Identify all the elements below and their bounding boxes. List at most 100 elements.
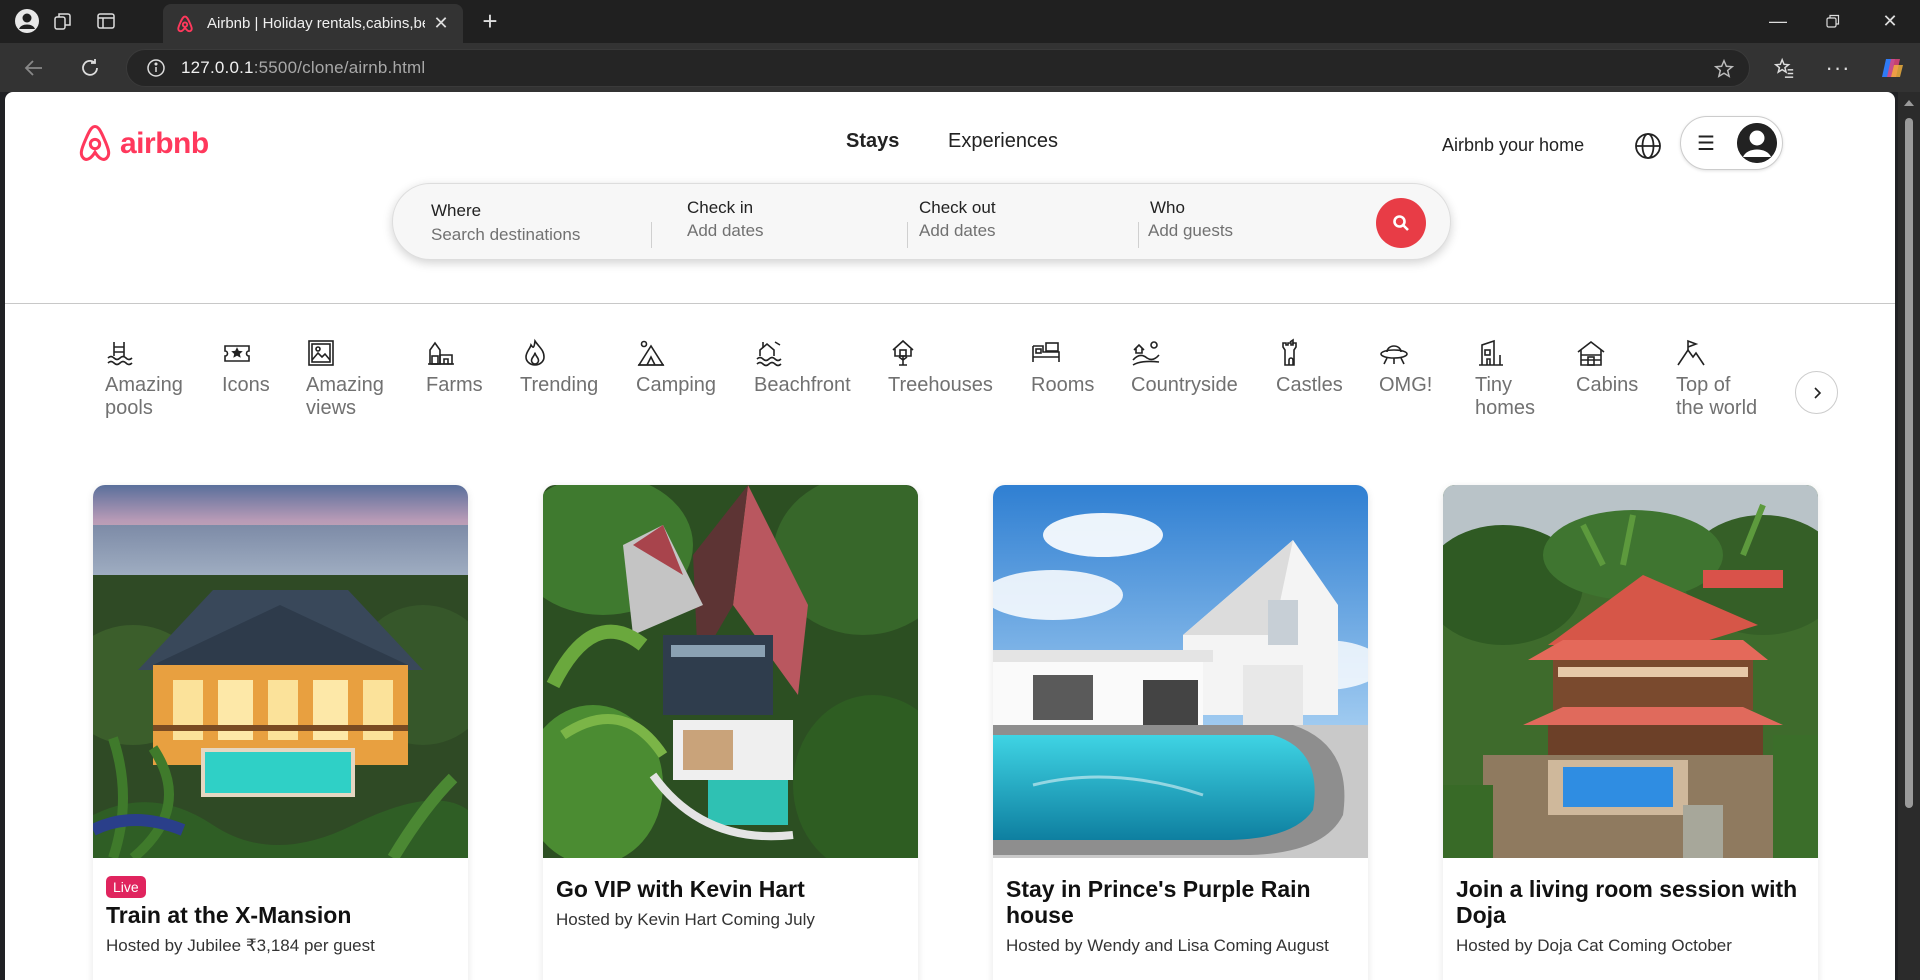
listing-title[interactable]: Go VIP with Kevin Hart <box>556 876 905 902</box>
listing-image[interactable] <box>1443 485 1818 858</box>
categories-next-button[interactable] <box>1795 371 1838 414</box>
scroll-up-arrow-icon[interactable] <box>1904 100 1914 106</box>
url-text: 127.0.0.1:5500/clone/airnb.html <box>181 58 426 77</box>
favorite-star-icon[interactable] <box>1713 58 1735 80</box>
listing-subtitle: Hosted by Wendy and Lisa Coming August <box>1006 936 1329 955</box>
globe-icon[interactable] <box>1633 131 1663 161</box>
airbnb-your-home-link[interactable]: Airbnb your home <box>1442 135 1584 156</box>
listing-title[interactable]: Join a living room session with Doja <box>1456 876 1805 928</box>
who-label: Who <box>1150 198 1185 217</box>
ufo-icon <box>1379 338 1409 368</box>
category-farms[interactable]: Farms <box>426 338 483 397</box>
where-placeholder: Search destinations <box>431 225 581 244</box>
page-scrollbar[interactable] <box>1898 92 1920 980</box>
who-placeholder: Add guests <box>1148 221 1234 240</box>
url-field[interactable]: 127.0.0.1:5500/clone/airnb.html <box>126 49 1750 87</box>
listing-card[interactable]: Join a living room session with Doja Hos… <box>1443 485 1818 980</box>
listing-card[interactable]: Live Train at the X-Mansion Hosted by Ju… <box>93 485 468 980</box>
listing-card[interactable]: Go VIP with Kevin Hart Hosted by Kevin H… <box>543 485 918 980</box>
castle-icon <box>1276 338 1306 368</box>
bed-icon <box>1031 338 1061 368</box>
where-field[interactable]: Where Search destinations <box>393 184 648 261</box>
pool-icon <box>105 338 135 368</box>
search-divider <box>1138 222 1139 248</box>
back-arrow-icon[interactable] <box>18 52 50 84</box>
restore-icon[interactable] <box>1813 6 1853 36</box>
search-button[interactable] <box>1376 198 1426 248</box>
airbnb-favicon-icon <box>175 13 197 35</box>
barn-icon <box>426 338 456 368</box>
tab-stays[interactable]: Stays <box>846 130 899 153</box>
listing-subtitle: Hosted by Kevin Hart Coming July <box>556 910 815 929</box>
category-icons[interactable]: Icons <box>222 338 270 397</box>
checkin-field[interactable]: Check in Add dates <box>655 184 905 261</box>
address-bar-row: 127.0.0.1:5500/clone/airnb.html ··· <box>0 43 1920 92</box>
category-amazing-pools[interactable]: Amazing pools <box>105 338 183 420</box>
category-top-of-the-world[interactable]: Top of the world <box>1676 338 1757 420</box>
category-treehouses[interactable]: Treehouses <box>888 338 993 397</box>
who-field[interactable]: Who Add guests <box>1142 184 1372 261</box>
tent-icon <box>636 338 666 368</box>
live-badge: Live <box>106 876 146 898</box>
browser-tab-active[interactable]: Airbnb | Holiday rentals,cabins,beach ho… <box>163 4 463 43</box>
category-castles[interactable]: Castles <box>1276 338 1343 397</box>
copilot-icon[interactable] <box>1877 52 1909 84</box>
tab-experiences[interactable]: Experiences <box>948 130 1058 153</box>
hamburger-menu-icon: ☰ <box>1697 132 1715 155</box>
new-tab-icon[interactable]: + <box>475 6 505 36</box>
close-tab-icon[interactable]: ✕ <box>431 13 451 34</box>
listing-image[interactable] <box>543 485 918 858</box>
listing-card[interactable]: Stay in Prince's Purple Rain house Hoste… <box>993 485 1368 980</box>
minimize-icon[interactable]: — <box>1758 6 1798 36</box>
category-camping[interactable]: Camping <box>636 338 716 397</box>
header-divider <box>5 303 1895 304</box>
checkout-label: Check out <box>919 198 996 217</box>
category-omg[interactable]: OMG! <box>1379 338 1432 397</box>
listing-image[interactable] <box>993 485 1368 858</box>
checkout-field[interactable]: Check out Add dates <box>911 184 1141 261</box>
listing-subtitle: Hosted by Jubilee ₹3,184 per guest <box>106 936 375 955</box>
category-trending[interactable]: Trending <box>520 338 598 397</box>
beach-icon <box>754 338 784 368</box>
where-label: Where <box>431 201 482 220</box>
workspaces-icon[interactable] <box>48 6 78 36</box>
search-bar: Where Search destinations Check in Add d… <box>392 183 1451 260</box>
airbnb-logo[interactable]: airbnb <box>76 123 209 165</box>
airbnb-wordmark: airbnb <box>120 127 209 160</box>
profile-icon[interactable] <box>12 6 42 36</box>
browser-tab-strip: Airbnb | Holiday rentals,cabins,beach ho… <box>0 0 1920 43</box>
favorites-icon[interactable] <box>1768 52 1800 84</box>
listing-title[interactable]: Train at the X-Mansion <box>106 902 455 928</box>
listing-title[interactable]: Stay in Prince's Purple Rain house <box>1006 876 1355 928</box>
avatar <box>1737 123 1777 163</box>
tab-title: Airbnb | Holiday rentals,cabins,beach ho… <box>207 15 425 32</box>
close-window-icon[interactable]: ✕ <box>1870 6 1910 36</box>
vertical-tabs-icon[interactable] <box>91 6 121 36</box>
category-cabins[interactable]: Cabins <box>1576 338 1638 397</box>
countryside-icon <box>1131 338 1161 368</box>
category-beachfront[interactable]: Beachfront <box>754 338 851 397</box>
more-options-icon[interactable]: ··· <box>1822 52 1854 84</box>
site-info-icon[interactable] <box>145 57 167 79</box>
listing-image[interactable] <box>93 485 468 858</box>
category-countryside[interactable]: Countryside <box>1131 338 1238 397</box>
category-tiny-homes[interactable]: Tiny homes <box>1475 338 1535 420</box>
ticket-icon <box>222 338 252 368</box>
category-amazing-views[interactable]: Amazing views <box>306 338 384 420</box>
category-rooms[interactable]: Rooms <box>1031 338 1094 397</box>
picture-icon <box>306 338 336 368</box>
summit-flag-icon <box>1676 338 1706 368</box>
tiny-home-icon <box>1475 338 1505 368</box>
scrollbar-thumb[interactable] <box>1905 118 1913 808</box>
listing-subtitle: Hosted by Doja Cat Coming October <box>1456 936 1732 955</box>
flame-icon <box>520 338 550 368</box>
treehouse-icon <box>888 338 918 368</box>
search-divider <box>651 222 652 248</box>
checkin-placeholder: Add dates <box>687 221 764 240</box>
search-icon <box>1393 215 1409 231</box>
checkin-label: Check in <box>687 198 754 217</box>
cabin-icon <box>1576 338 1606 368</box>
search-divider <box>907 222 908 248</box>
user-menu-button[interactable]: ☰ <box>1680 116 1783 170</box>
reload-icon[interactable] <box>74 52 106 84</box>
